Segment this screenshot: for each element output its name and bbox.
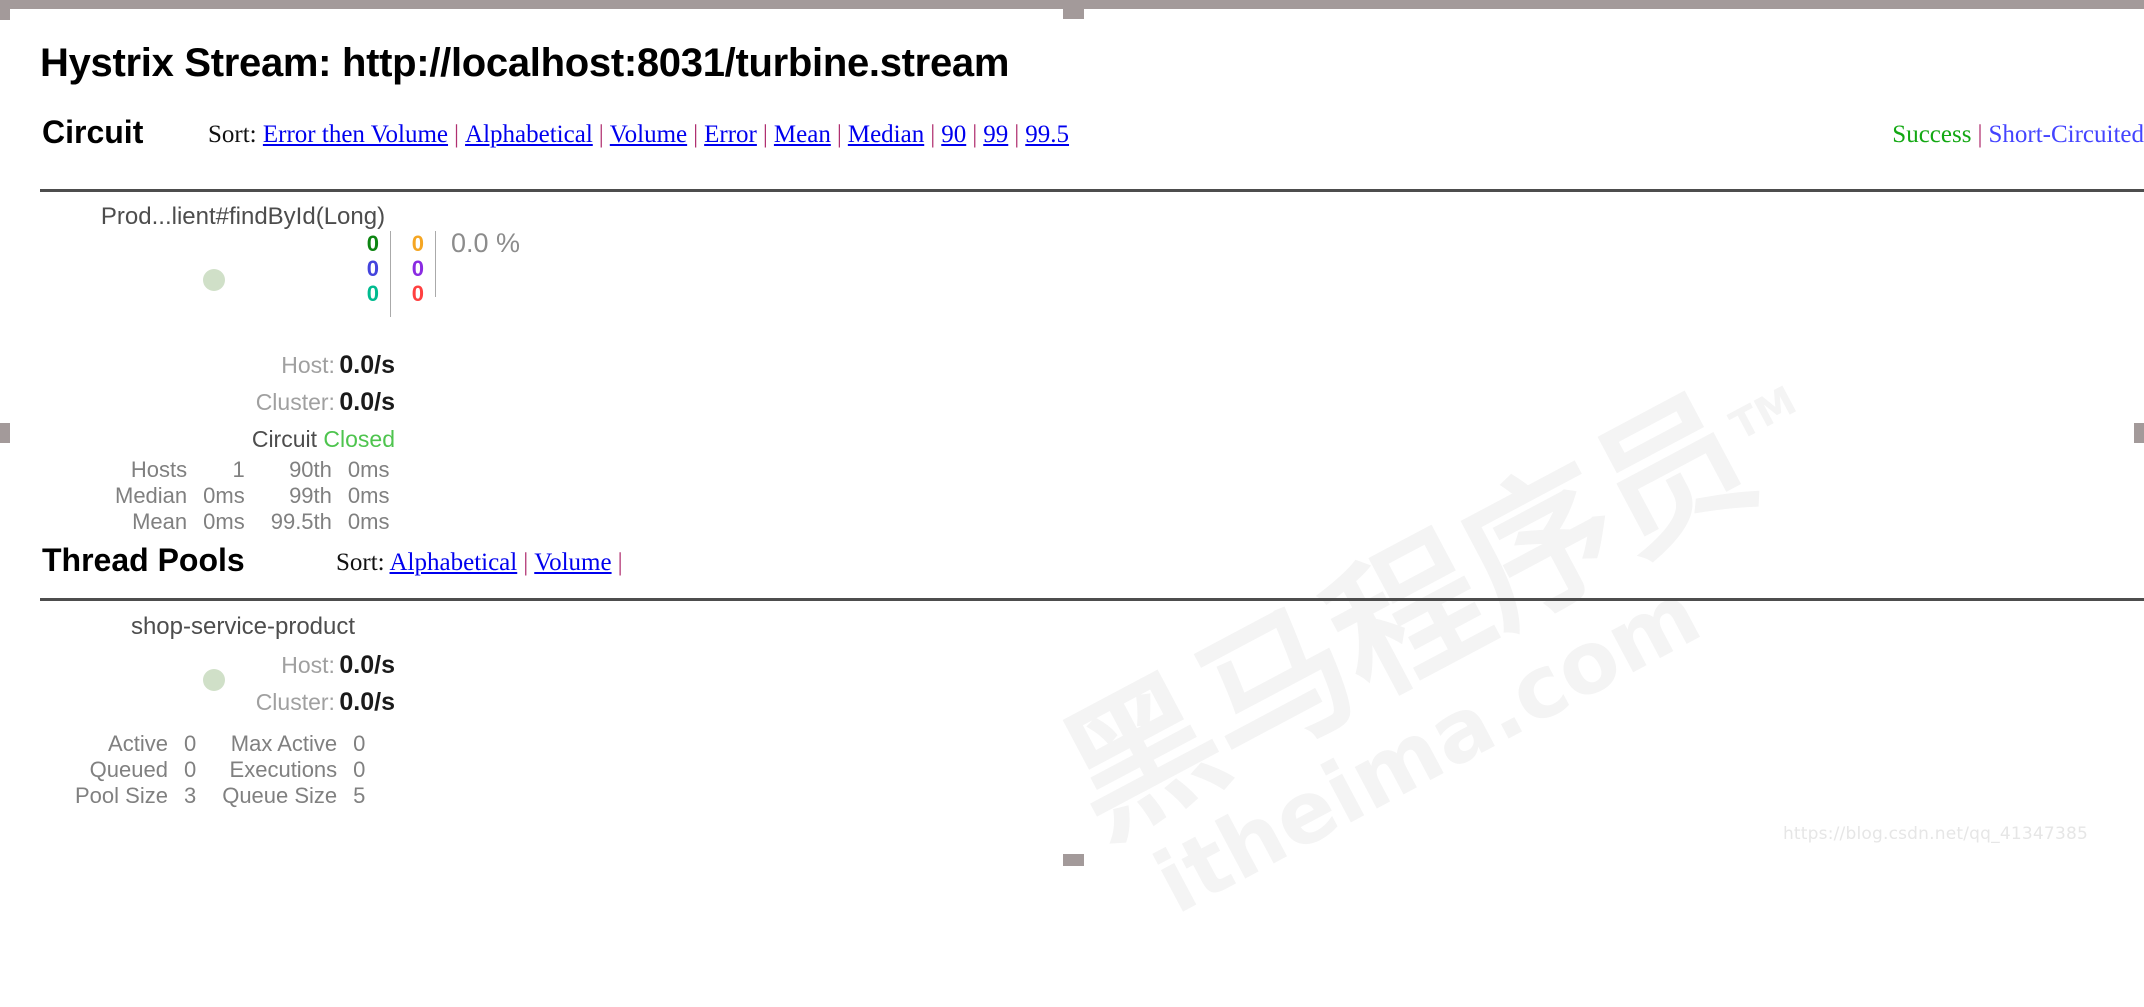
sort-separator: | (930, 121, 936, 148)
circuit-state-row: Circuit Closed (15, 426, 395, 453)
threadpool-sort-alphabetical[interactable]: Alphabetical (390, 549, 518, 576)
legend-separator: | (1977, 121, 1983, 148)
threadpool-section-header: Thread Pools Sort: Alphabetical | Volume | (0, 542, 2144, 590)
counter-rejected: 0 (411, 256, 424, 281)
counter-timeout: 0 (366, 256, 379, 281)
counter-divider (390, 231, 391, 317)
counter-success: 0 (366, 231, 379, 256)
circuit-sort-median[interactable]: Median (848, 121, 924, 148)
circuit-state-label: Circuit (251, 426, 317, 452)
stat-value: 1 (232, 457, 245, 482)
counter-bad-request: 0 (366, 281, 379, 306)
circuit-legend: Success | Short-Circuited (1892, 121, 2144, 149)
table-row: Pool Size 3 Queue Size 5 (75, 783, 365, 809)
stat-key: Median (115, 483, 188, 508)
circuit-sort-controls: Sort: Error then Volume | Alphabetical | Vol… (208, 121, 1069, 149)
circuit-sort-99[interactable]: 99 (983, 121, 1008, 148)
legend-short-circuited-label: Short-Circuited (1988, 121, 2144, 148)
legend-success-label: Success (1892, 121, 1972, 148)
stat-value: 0ms (203, 483, 245, 508)
sort-separator: | (836, 121, 842, 148)
table-row: Hosts 1 90th 0ms (115, 457, 390, 483)
threadpool-sort-volume[interactable]: Volume (534, 549, 611, 576)
sort-separator: | (762, 121, 768, 148)
stat-key-2: 99th (289, 483, 332, 508)
threadpool-heading: Thread Pools (42, 542, 245, 578)
threadpool-stats-table: Active 0 Max Active 0 Queued 0 Execution… (75, 731, 365, 809)
stat-value: 0 (183, 731, 197, 756)
circuit-cluster-label: Cluster: (255, 389, 335, 415)
threadpool-host-rate: 0.0/s (339, 651, 395, 679)
circuit-stats-table: Hosts 1 90th 0ms Median 0ms 99th 0ms Mea… (115, 457, 389, 535)
threadpool-section-divider (40, 598, 2144, 601)
sort-separator: | (972, 121, 978, 148)
stat-key-2: 99.5th (270, 509, 332, 534)
hystrix-dashboard-page: Hystrix Stream: http://localhost:8031/tu… (0, 9, 2144, 866)
threadpool-cluster-rate-row: Cluster: 0.0/s (15, 688, 395, 717)
stat-key: Mean (132, 509, 188, 534)
threadpool-card-title: shop-service-product (130, 613, 356, 640)
stat-key: Pool Size (75, 783, 168, 808)
circuit-sort-error[interactable]: Error (704, 121, 757, 148)
stat-value-2: 0ms (347, 457, 390, 482)
stat-key-2: 90th (289, 457, 332, 482)
sort-separator: | (617, 549, 623, 576)
stat-key-2: Executions (229, 757, 338, 782)
stat-value-2: 0 (353, 757, 366, 782)
table-row: Active 0 Max Active 0 (75, 731, 365, 757)
stat-value-2: 0ms (347, 483, 390, 508)
stat-key: Hosts (130, 457, 188, 482)
stat-key-2: Max Active (230, 731, 338, 756)
circuit-sort-mean[interactable]: Mean (774, 121, 831, 148)
error-percent: 0.0 % (451, 228, 521, 258)
stat-value-2: 0ms (347, 509, 390, 534)
threadpool-sort-controls: Sort: Alphabetical | Volume | (336, 549, 629, 577)
circuit-section-header: Circuit Sort: Error then Volume | Alphabet… (0, 114, 2144, 162)
threadpool-cluster-rate: 0.0/s (339, 688, 395, 716)
sort-separator: | (454, 121, 460, 148)
sort-separator: | (1014, 121, 1020, 148)
stat-value: 0 (183, 757, 197, 782)
counter-failure: 0 (411, 281, 424, 306)
stat-value: 0ms (203, 509, 245, 534)
page-title: Hystrix Stream: http://localhost:8031/tu… (40, 41, 1010, 85)
circuit-sort-label: Sort: (208, 121, 257, 148)
threadpool-sort-label: Sort: (336, 549, 385, 576)
circuit-host-rate: 0.0/s (339, 351, 395, 379)
circuit-state-value: Closed (323, 426, 395, 452)
counter-short-circuited: 0 (411, 231, 424, 256)
stat-key: Active (108, 731, 168, 756)
sort-separator: | (693, 121, 699, 148)
circuit-sort-volume[interactable]: Volume (610, 121, 687, 148)
stat-value: 3 (183, 783, 197, 808)
circuit-host-rate-row: Host: 0.0/s (15, 351, 395, 380)
table-row: Mean 0ms 99.5th 0ms (115, 509, 389, 535)
counter-divider (435, 231, 436, 297)
circuit-cluster-rate: 0.0/s (339, 388, 395, 416)
table-row: Queued 0 Executions 0 (75, 757, 366, 783)
circuit-section-divider (40, 189, 2144, 192)
threadpool-host-label: Host: (281, 652, 335, 678)
stat-value-2: 5 (353, 783, 366, 808)
stat-key: Queued (89, 757, 168, 782)
circuit-sort-90[interactable]: 90 (941, 121, 966, 148)
table-row: Median 0ms 99th 0ms (115, 483, 389, 509)
stat-value-2: 0 (353, 731, 366, 756)
sort-separator: | (523, 549, 529, 576)
circuit-host-label: Host: (281, 352, 335, 378)
sort-separator: | (598, 121, 604, 148)
circuit-counters: 0 0 0 0 0 0 0.0 % (357, 228, 521, 317)
threadpool-cluster-label: Cluster: (255, 689, 335, 715)
circuit-cluster-rate-row: Cluster: 0.0/s (15, 388, 395, 417)
threadpool-card: shop-service-product Host: 0.0/s Cluster… (25, 609, 605, 809)
circuit-health-circle-icon (203, 269, 225, 291)
circuit-card-title: Prod...lient#findById(Long) (100, 203, 386, 230)
circuit-sort-error-then-volume[interactable]: Error then Volume (263, 121, 448, 148)
circuit-card: Prod...lient#findById(Long) 0 0 0 0 0 0 … (25, 199, 605, 534)
circuit-heading: Circuit (42, 114, 144, 150)
circuit-sort-alphabetical[interactable]: Alphabetical (465, 121, 593, 148)
stat-key-2: Queue Size (222, 783, 338, 808)
threadpool-host-rate-row: Host: 0.0/s (15, 651, 395, 680)
circuit-sort-995[interactable]: 99.5 (1025, 121, 1069, 148)
